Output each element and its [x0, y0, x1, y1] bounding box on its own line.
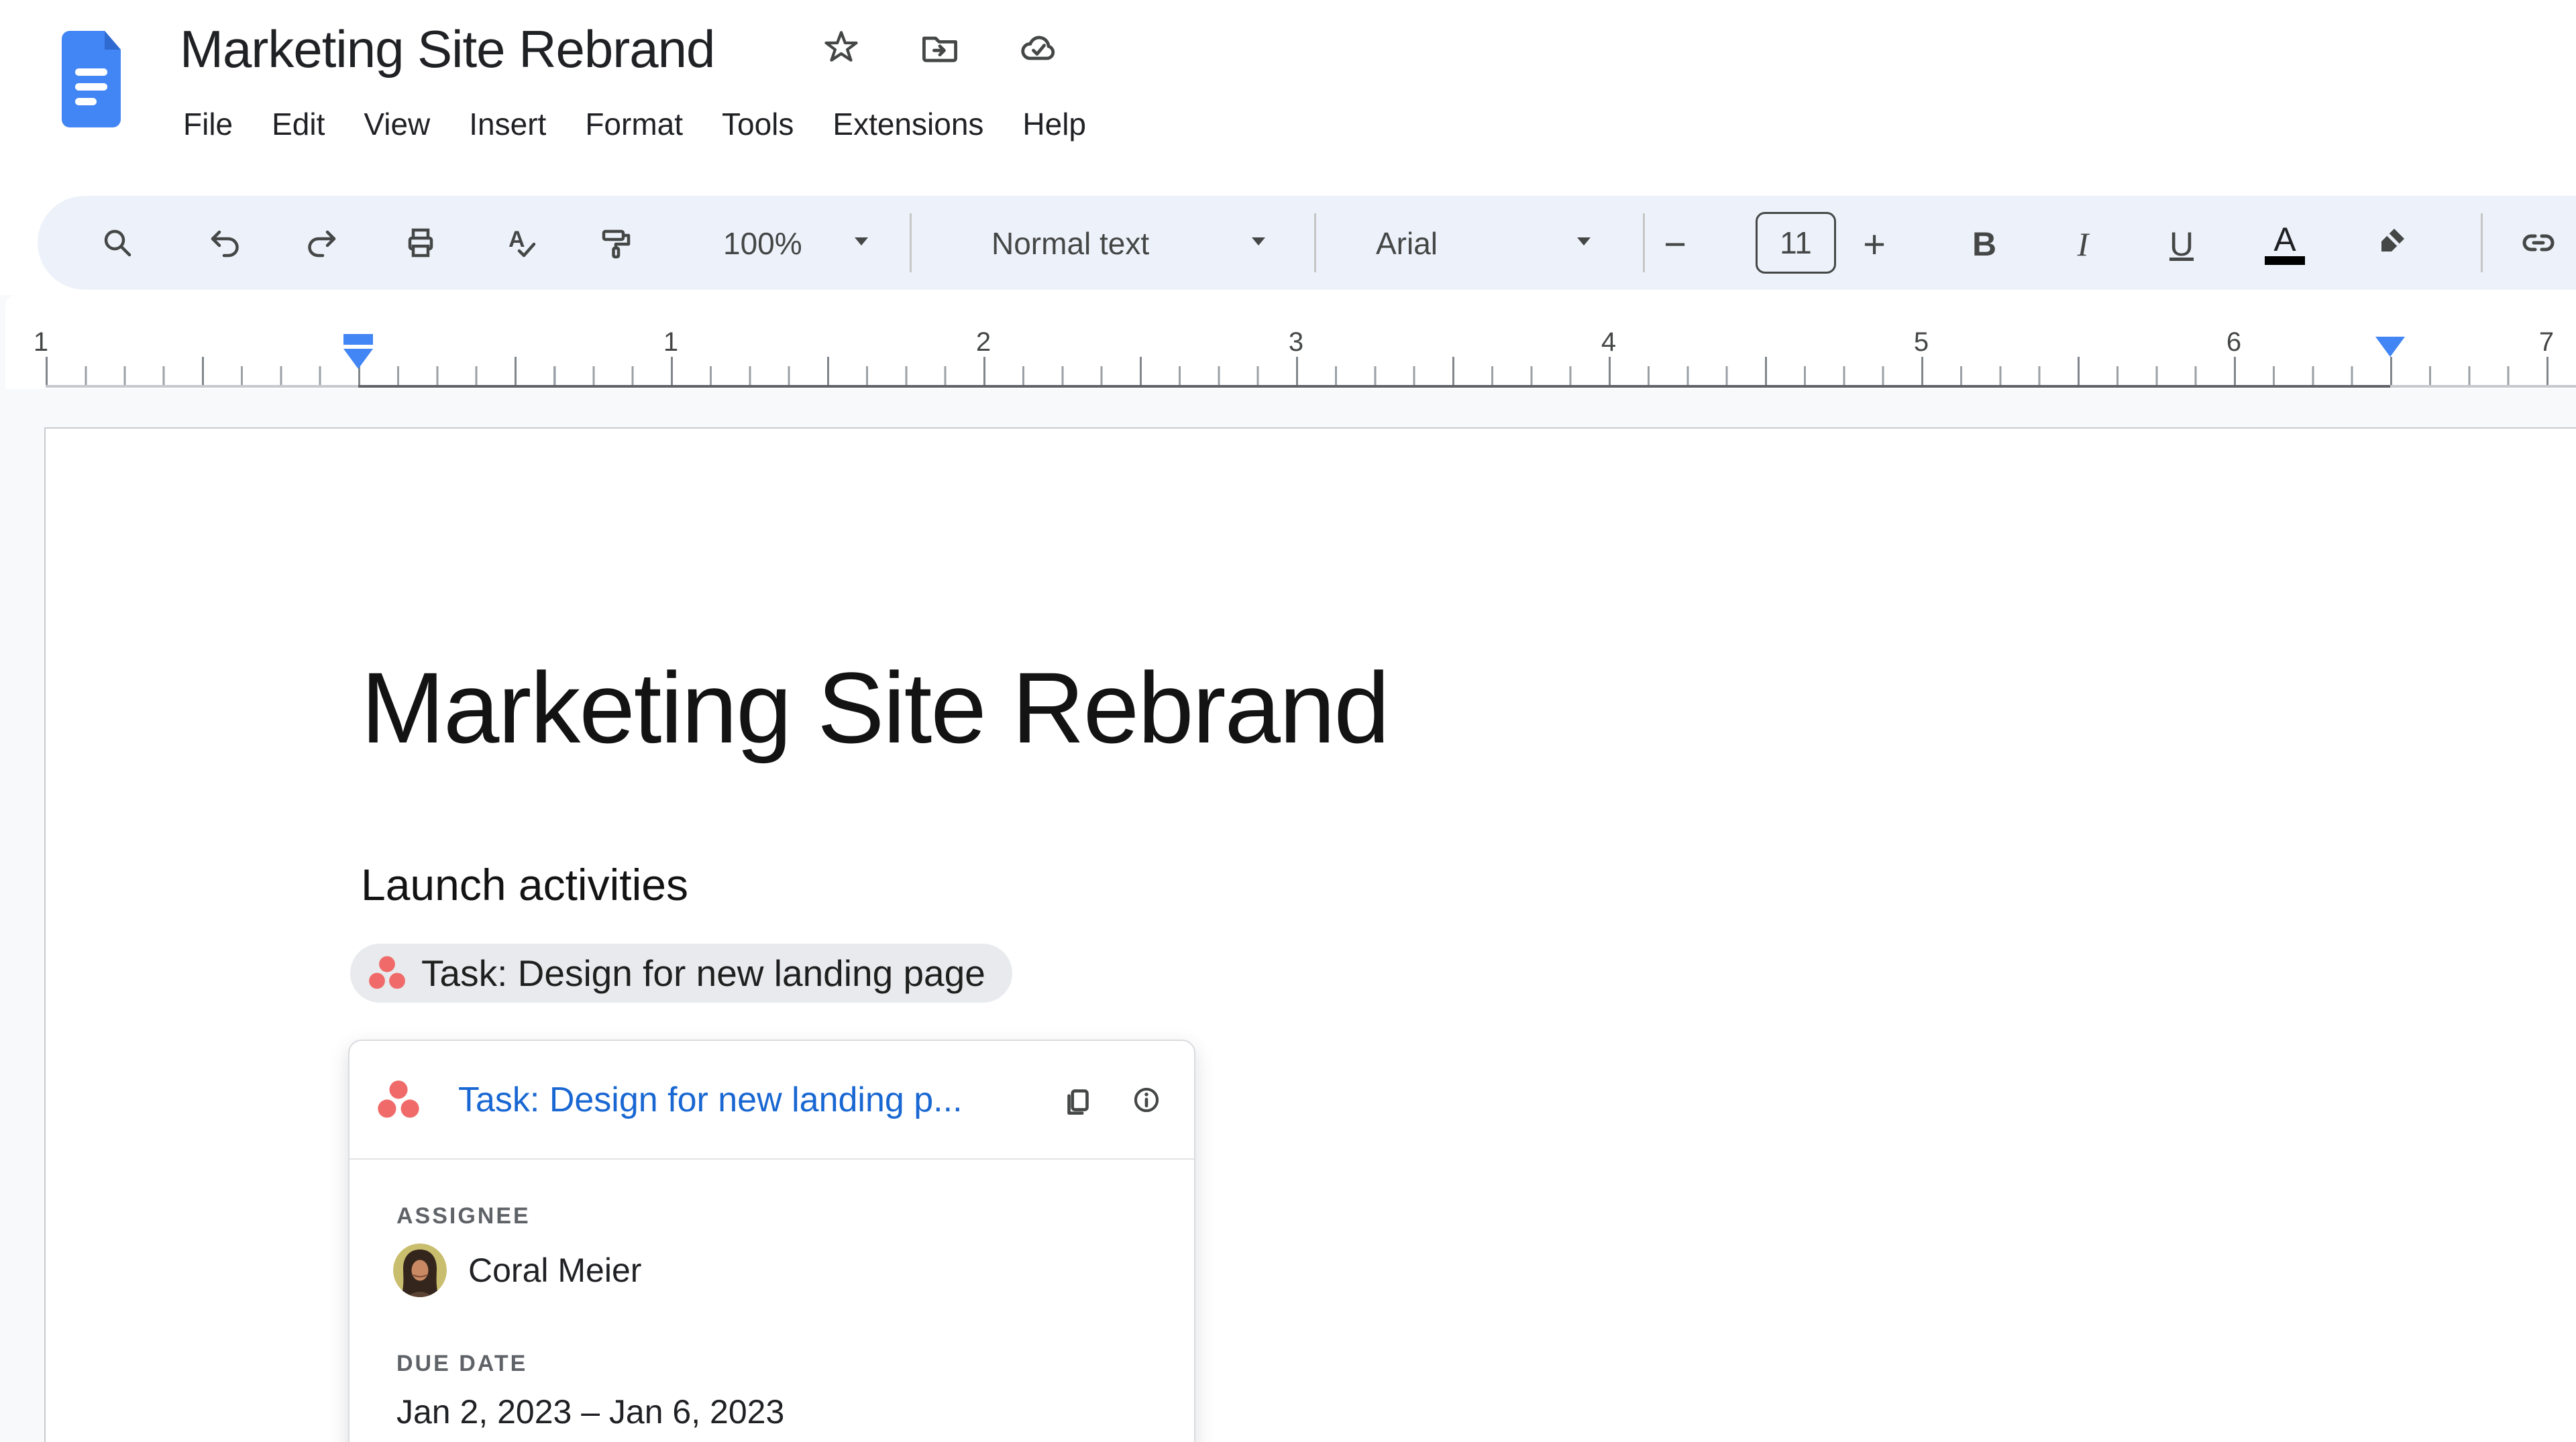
ruler-baseline-text-area [358, 385, 2390, 388]
avatar-photo [393, 1243, 447, 1297]
text-color-letter: A [2273, 224, 2296, 255]
ruler-number: 5 [1901, 327, 1941, 357]
ruler-number: 1 [651, 327, 691, 357]
ruler-baseline [2390, 385, 2576, 388]
document-title-field[interactable]: Marketing Site Rebrand [180, 19, 714, 80]
right-indent-marker[interactable] [2375, 337, 2405, 357]
undo-button[interactable] [205, 223, 245, 263]
document-page[interactable]: Marketing Site Rebrand Launch activities… [44, 427, 2576, 1442]
menu-extensions[interactable]: Extensions [813, 101, 1003, 148]
menu-edit[interactable]: Edit [252, 101, 344, 148]
font-size-input[interactable]: 11 [1756, 212, 1836, 274]
ruler-baseline [46, 385, 358, 388]
text-color-swatch [2265, 256, 2305, 265]
assignee-name: Coral Meier [468, 1251, 641, 1290]
info-icon[interactable] [1127, 1080, 1166, 1119]
toolbar-divider [910, 213, 912, 272]
due-date-value: Jan 2, 2023 – Jan 6, 2023 [396, 1392, 784, 1431]
search-menus-button[interactable] [97, 223, 138, 263]
asana-logo-icon [376, 1078, 421, 1122]
spell-check-icon: A [500, 224, 538, 262]
task-card-title-link[interactable]: Task: Design for new landing p... [458, 1080, 1059, 1120]
toolbar-divider [2481, 213, 2483, 272]
menu-format[interactable]: Format [566, 101, 702, 148]
font-select[interactable]: Arial [1376, 225, 1438, 262]
undo-icon [206, 224, 244, 262]
smart-chip-label: Task: Design for new landing page [421, 952, 985, 995]
assignee-avatar [393, 1243, 447, 1297]
left-indent-marker[interactable] [343, 349, 373, 369]
ruler-number: 4 [1589, 327, 1629, 357]
highlight-color-button[interactable] [2370, 223, 2410, 263]
ruler-number: 2 [963, 327, 1004, 357]
highlighter-icon [2371, 224, 2409, 262]
menu-bar: File Edit View Insert Format Tools Exten… [164, 101, 1106, 148]
star-icon[interactable] [821, 28, 861, 68]
styles-dropdown-arrow[interactable] [1252, 237, 1265, 245]
italic-button[interactable]: I [2061, 223, 2104, 266]
cloud-saved-icon[interactable] [1018, 28, 1059, 68]
redo-button[interactable] [302, 223, 342, 263]
link-icon [2520, 224, 2557, 262]
ruler-number: 6 [2214, 327, 2254, 357]
paint-format-button[interactable] [596, 223, 636, 263]
asana-logo-icon [368, 954, 407, 993]
font-dropdown-arrow[interactable] [1577, 237, 1591, 245]
spell-check-button[interactable]: A [499, 223, 539, 263]
text-color-button[interactable]: A [2263, 223, 2306, 266]
card-divider [350, 1158, 1194, 1160]
copy-icon[interactable] [1059, 1080, 1097, 1119]
document-body-title[interactable]: Marketing Site Rebrand [361, 650, 1389, 766]
zoom-select[interactable]: 100% [723, 225, 802, 262]
increase-font-size-button[interactable]: + [1853, 223, 1896, 266]
ruler-number: 3 [1276, 327, 1316, 357]
task-card-header: Task: Design for new landing p... [350, 1041, 1194, 1158]
print-icon [402, 224, 439, 262]
zoom-dropdown-arrow[interactable] [855, 237, 868, 245]
google-docs-logo[interactable] [54, 27, 129, 131]
task-hover-card: Task: Design for new landing p... ASSIGN… [348, 1040, 1195, 1442]
redo-icon [303, 224, 341, 262]
due-date-label: DUE DATE [396, 1351, 527, 1377]
print-button[interactable] [400, 223, 441, 263]
underline-button[interactable]: U [2160, 223, 2203, 266]
assignee-label: ASSIGNEE [396, 1203, 531, 1229]
toolbar: A 100% Normal text Arial − 11 + B I U A [38, 196, 2576, 290]
document-canvas: 1 1 2 3 4 5 6 7 Marketing Site Rebrand L… [0, 295, 2576, 1442]
first-line-indent-marker[interactable] [343, 334, 373, 345]
menu-tools[interactable]: Tools [702, 101, 813, 148]
menu-help[interactable]: Help [1003, 101, 1106, 148]
insert-link-button[interactable] [2518, 223, 2559, 263]
menu-insert[interactable]: Insert [449, 101, 566, 148]
bold-button[interactable]: B [1963, 223, 2006, 266]
ruler-number: 7 [2526, 327, 2567, 357]
assignee-row: Coral Meier [393, 1243, 641, 1297]
decrease-font-size-button[interactable]: − [1654, 223, 1697, 266]
google-docs-window: Marketing Site Rebrand File Edit View In… [0, 0, 2576, 1442]
menu-view[interactable]: View [344, 101, 449, 148]
toolbar-divider [1643, 213, 1645, 272]
ruler-half-inch-ticks [46, 357, 2576, 385]
paint-roller-icon [597, 224, 635, 262]
document-heading[interactable]: Launch activities [361, 859, 688, 910]
ruler-number: 1 [21, 327, 61, 357]
svg-text:A: A [508, 227, 525, 252]
toolbar-divider [1314, 213, 1316, 272]
horizontal-ruler: 1 1 2 3 4 5 6 7 [5, 295, 2576, 389]
asana-task-smart-chip[interactable]: Task: Design for new landing page [350, 944, 1012, 1003]
move-to-folder-icon[interactable] [920, 28, 960, 68]
paragraph-styles-select[interactable]: Normal text [991, 225, 1149, 262]
search-icon [99, 224, 136, 262]
menu-file[interactable]: File [164, 101, 252, 148]
